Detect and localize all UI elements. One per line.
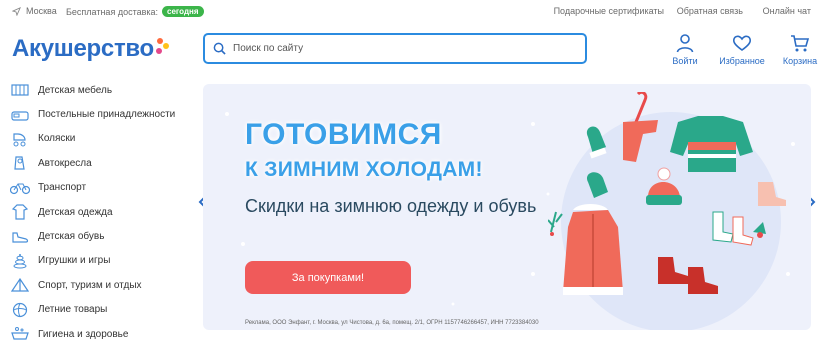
login-button[interactable]: Войти: [660, 33, 710, 66]
car-seat-icon: [10, 155, 30, 171]
banner-headline-1: ГОТОВИМСЯ: [245, 118, 442, 151]
logo-dots-icon: [155, 35, 172, 61]
favorites-label: Избранное: [719, 56, 765, 66]
favorites-button[interactable]: Избранное: [717, 33, 767, 66]
ball-icon: [10, 302, 30, 318]
sidebar-item-transport[interactable]: Транспорт: [10, 176, 190, 200]
sidebar-item-bedding[interactable]: Постельные принадлежности: [10, 102, 190, 126]
promo-banner[interactable]: ГОТОВИМСЯ К ЗИМНИМ ХОЛОДАМ! Скидки на зи…: [203, 84, 811, 330]
city-label: Москва: [26, 6, 57, 16]
sidebar-item-label: Постельные принадлежности: [38, 109, 176, 121]
shoe-icon: [10, 229, 30, 245]
shop-now-button[interactable]: За покупками!: [245, 261, 411, 294]
sidebar-item-car-seats[interactable]: Автокресла: [10, 151, 190, 175]
search-input[interactable]: Поиск по сайту: [233, 43, 303, 54]
cart-label: Корзина: [782, 56, 818, 66]
site-logo[interactable]: Акушерство: [12, 35, 172, 63]
pyramid-toy-icon: [10, 253, 30, 269]
location-selector[interactable]: Москва: [12, 6, 57, 16]
heart-icon: [732, 35, 752, 51]
stroller-icon: [10, 131, 30, 147]
sidebar-item-clothing[interactable]: Детская одежда: [10, 200, 190, 224]
bodysuit-icon: [10, 204, 30, 220]
sidebar-item-sport[interactable]: Спорт, туризм и отдых: [10, 273, 190, 297]
sidebar-item-label: Игрушки и игры: [38, 255, 111, 267]
sidebar-item-shoes[interactable]: Детская обувь: [10, 224, 190, 248]
logo-text: Акушерство: [12, 35, 154, 62]
online-chat-link[interactable]: Онлайн чат: [763, 6, 811, 16]
sidebar-item-strollers[interactable]: Коляски: [10, 127, 190, 151]
banner-legal-text: Реклама, ООО Энфант, г. Москва, ул Чисто…: [245, 320, 539, 326]
sidebar-item-label: Спорт, туризм и отдых: [38, 279, 142, 291]
banner-subtitle: Скидки на зимнюю одежду и обувь: [245, 196, 537, 216]
login-label: Войти: [672, 56, 698, 66]
sidebar-item-label: Коляски: [38, 133, 76, 145]
tent-icon: [10, 277, 30, 293]
search-icon: [213, 42, 226, 55]
sidebar-item-label: Летние товары: [38, 304, 108, 316]
category-sidebar: Детская мебель Постельные принадлежности…: [10, 78, 190, 346]
location-arrow-icon: [12, 6, 21, 16]
sidebar-item-furniture[interactable]: Детская мебель: [10, 78, 190, 102]
sidebar-item-label: Транспорт: [38, 182, 87, 194]
sidebar-item-toys[interactable]: Игрушки и игры: [10, 249, 190, 273]
delivery-info: Бесплатная доставка: сегодня: [66, 6, 204, 17]
gift-certificates-link[interactable]: Подарочные сертификаты: [554, 6, 664, 16]
crib-icon: [10, 82, 30, 98]
feedback-link[interactable]: Обратная связь: [677, 6, 743, 16]
delivery-badge: сегодня: [162, 6, 204, 17]
user-icon: [676, 34, 694, 53]
cart-icon: [791, 35, 810, 52]
delivery-label: Бесплатная доставка:: [66, 6, 159, 17]
sidebar-item-label: Детская мебель: [38, 84, 113, 96]
cart-button[interactable]: Корзина: [775, 33, 825, 66]
sidebar-item-label: Детская одежда: [38, 206, 113, 218]
sidebar-item-label: Автокресла: [38, 157, 92, 169]
search-box[interactable]: Поиск по сайту: [203, 33, 587, 64]
sidebar-item-label: Гигиена и здоровье: [38, 328, 129, 340]
bicycle-icon: [10, 180, 30, 196]
sidebar-item-hygiene[interactable]: Гигиена и здоровье: [10, 322, 190, 346]
bed-icon: [10, 107, 30, 123]
winter-clothes-illustration: [548, 92, 786, 295]
sidebar-item-label: Детская обувь: [38, 231, 105, 243]
sidebar-item-summer[interactable]: Летние товары: [10, 298, 190, 322]
top-bar: Москва Бесплатная доставка: сегодня Пода…: [0, 0, 833, 22]
banner-headline-2: К ЗИМНИМ ХОЛОДАМ!: [245, 158, 483, 181]
